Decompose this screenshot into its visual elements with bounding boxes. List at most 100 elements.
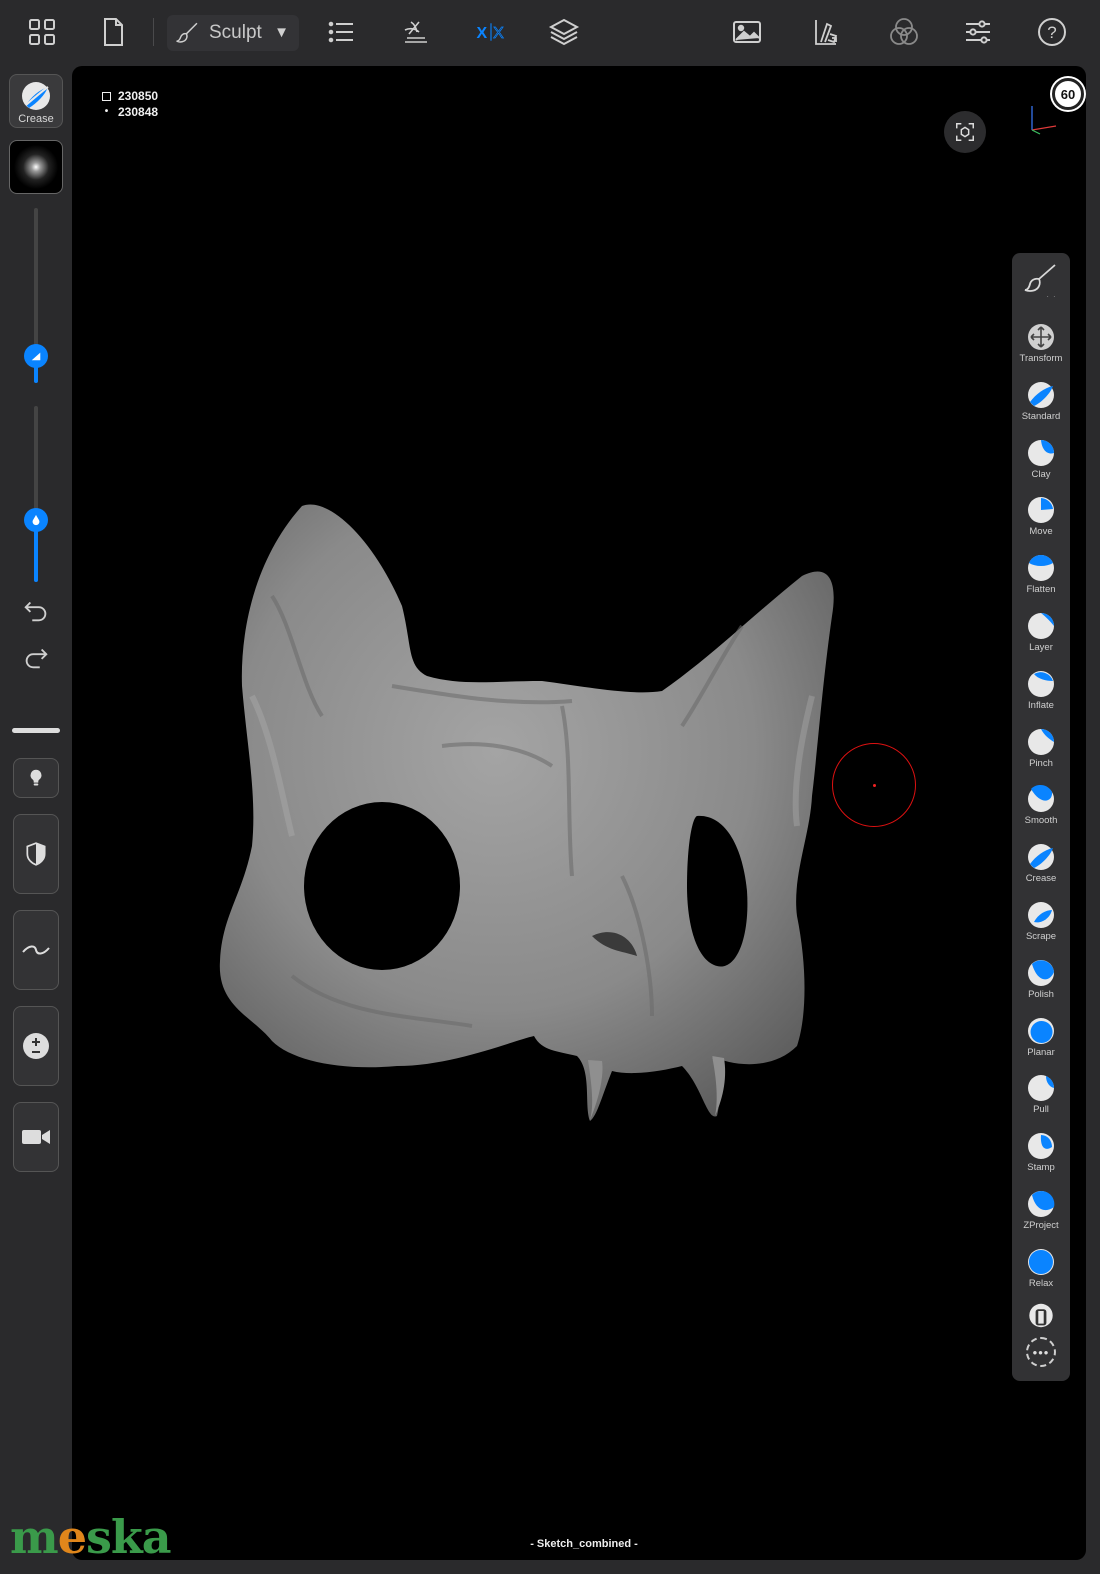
svg-text:X: X [476,25,487,42]
tool-label: Layer [1029,642,1053,653]
logo-part-1: m [10,1510,59,1564]
tool-label: Polish [1028,988,1054,1000]
tool-smooth[interactable]: Smooth [1012,781,1070,837]
symmetry-icon[interactable]: XX [469,12,513,52]
sculpt-model[interactable] [212,496,842,1136]
current-tool-button[interactable]: Crease [9,74,63,128]
flatten-brush-icon [1028,555,1054,582]
fps-value: 60 [1060,86,1076,102]
tool-planar[interactable]: Planar [1012,1013,1070,1069]
lightbulb-icon [30,769,42,786]
mask-icon [1029,1303,1053,1328]
radius-icon [31,352,41,361]
layers-icon[interactable] [544,12,584,52]
panel-handle[interactable] [12,728,60,733]
tool-transform[interactable]: Transform [1012,319,1070,375]
tool-label: Clay [1031,468,1051,480]
redo-button[interactable] [14,637,58,677]
camera-button[interactable] [13,1102,59,1172]
tool-label: Pull [1033,1104,1049,1116]
tool-flatten[interactable]: Flatten [1012,550,1070,606]
scrape-brush-icon [1028,902,1054,928]
inflate-brush-icon [1028,670,1054,697]
face-count: 230850 [118,89,159,103]
planar-brush-icon [1028,1017,1054,1044]
tool-polish[interactable]: Polish [1012,955,1070,1011]
tool-crease[interactable]: Crease [1012,839,1070,895]
tool-pinch[interactable]: Pinch [1012,724,1070,780]
brush-cursor [832,743,916,827]
stroke-button[interactable] [13,910,59,990]
brush-icon [1024,264,1056,297]
settings-icon[interactable] [958,12,998,52]
app-window: Sculpt ▼ XX ? Crease 230850 • 230848 60 … [0,0,1100,1574]
help-icon[interactable]: ? [1032,12,1072,52]
svg-text:?: ? [1047,23,1056,42]
meska-logo: meska [10,1510,172,1564]
undo-button[interactable] [14,590,58,630]
intensity-slider-knob[interactable] [24,508,48,532]
tool-mask[interactable] [1012,1299,1070,1329]
tool-category-button[interactable] [1012,261,1070,311]
image-icon[interactable] [727,12,767,52]
tool-label: Flatten [1026,584,1056,596]
pinch-brush-icon [1028,728,1054,755]
more-button[interactable]: ••• [1026,1337,1056,1367]
undo-icon [24,601,47,622]
tool-move[interactable]: Move [1012,492,1070,548]
mode-label: Sculpt [209,22,262,43]
tool-label: Crease [1025,873,1057,885]
sub-add-button[interactable] [13,1006,59,1086]
mesh-stats: 230850 • 230848 [102,88,158,120]
tool-pull[interactable]: Pull [1012,1070,1070,1126]
top-toolbar: Sculpt ▼ XX ? [0,0,1100,66]
3d-viewport[interactable]: 230850 • 230848 60 - Sketch_combined - [72,66,1086,1560]
current-tool-label: Crease [18,113,54,125]
tool-inflate[interactable]: Inflate [1012,666,1070,722]
file-icon[interactable] [93,12,133,52]
tool-label: Planar [1027,1046,1055,1058]
toolbar-divider [153,18,154,46]
vertex-count: 230848 [118,105,159,119]
polish-brush-icon [1028,959,1054,986]
alpha-texture-button[interactable] [9,140,63,194]
wave-icon [22,945,50,955]
tool-label: Transform [1019,353,1063,364]
tool-label: Relax [1028,1277,1054,1289]
tool-stamp[interactable]: Stamp [1012,1128,1070,1184]
mask-button[interactable] [13,814,59,894]
clay-brush-icon [1028,439,1054,466]
axis-gizmo[interactable] [1022,102,1062,138]
relax-brush-icon [1028,1248,1054,1275]
grid-icon[interactable] [22,12,62,52]
materials-icon[interactable] [884,12,924,52]
more-icon: ••• [1032,1344,1050,1360]
svg-text:X: X [493,25,504,42]
crease-brush-icon [1028,844,1054,871]
vertex-icon: • [104,106,109,117]
tool-label: Inflate [1028,699,1054,711]
list-icon[interactable] [321,12,361,52]
tool-standard[interactable]: Standard [1012,377,1070,433]
smooth-brush-icon [1028,785,1054,813]
radius-slider-knob[interactable] [24,344,48,368]
light-button[interactable] [13,758,59,798]
focus-icon [956,123,974,141]
tool-zproject[interactable]: ZProject [1012,1186,1070,1242]
tool-clay[interactable]: Clay [1012,435,1070,491]
mode-select[interactable]: Sculpt ▼ [167,15,299,51]
move-brush-icon [1028,497,1054,524]
tool-label: ZProject [1023,1220,1059,1231]
zproject-brush-icon [1028,1191,1055,1217]
frame-camera-button[interactable] [944,111,986,153]
logo-part-3: ska [85,1510,172,1564]
tool-label: Move [1029,526,1053,538]
tool-scrape[interactable]: Scrape [1012,897,1070,953]
redo-icon [25,648,48,669]
tool-layer[interactable]: Layer [1012,608,1070,664]
mesh-name-label: - Sketch_combined - [530,1538,638,1550]
tool-relax[interactable]: Relax [1012,1244,1070,1300]
paint-tools-icon[interactable] [806,12,846,52]
caret-down-icon: ▼ [274,24,289,41]
topology-icon[interactable] [395,12,435,52]
